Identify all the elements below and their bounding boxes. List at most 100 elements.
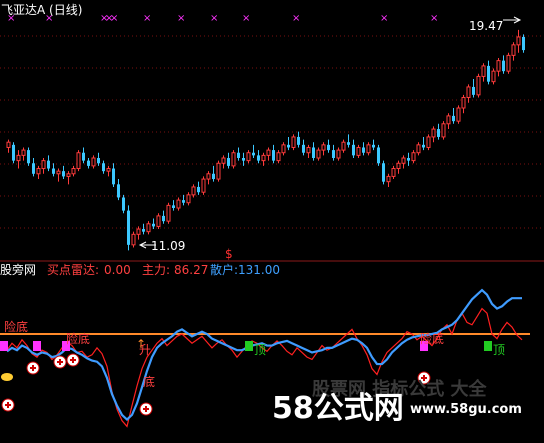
candle-body <box>401 157 406 164</box>
candle-body <box>216 162 221 180</box>
candle-body <box>91 157 96 167</box>
high-annotation: 19.47 <box>469 16 522 33</box>
signal-box <box>0 341 8 351</box>
candle-body <box>56 170 61 175</box>
candle-body <box>396 162 401 170</box>
candle-body <box>461 96 466 109</box>
marker-x: × <box>430 13 438 24</box>
marker-x: × <box>110 13 118 24</box>
candle-body <box>327 144 330 151</box>
candle-body <box>47 160 50 169</box>
candle-body <box>491 70 496 83</box>
candle-body <box>191 186 196 196</box>
marker-x: × <box>380 13 388 24</box>
candle-body <box>391 168 396 177</box>
candle-body <box>172 205 175 208</box>
marker-x: × <box>177 13 185 24</box>
candle-body <box>316 149 321 159</box>
candle-body <box>117 184 120 198</box>
candle-body <box>71 168 76 175</box>
candle-body <box>6 141 11 148</box>
candle-body <box>122 197 125 211</box>
legend-value-radar: 0.00 <box>104 263 131 277</box>
candle-body <box>212 173 215 180</box>
candle-body <box>511 44 516 56</box>
candle-body <box>422 144 425 148</box>
candle-body <box>362 147 365 153</box>
signal-box <box>484 341 492 351</box>
candle-body <box>41 160 46 170</box>
candle-body <box>496 60 501 72</box>
candle-body <box>206 173 211 180</box>
candle-body <box>372 144 375 148</box>
candle-body <box>522 36 525 51</box>
signal-box <box>245 341 253 351</box>
legend-label-radar: 买点雷达: <box>47 263 99 277</box>
candle-body <box>76 152 81 170</box>
candle-body <box>156 215 161 227</box>
candle-body <box>437 129 440 137</box>
candle-body <box>287 144 290 148</box>
candle-body <box>297 136 300 145</box>
candle-body <box>386 175 391 183</box>
candle-body <box>221 157 226 164</box>
candle-body <box>356 146 361 156</box>
signal-top: 顶 <box>254 343 266 357</box>
watermark: 股票网 指标公式 大全 58公式网 www.58gu.com <box>272 378 522 426</box>
candle-body <box>162 215 165 222</box>
candle-body <box>106 168 111 172</box>
candle-body <box>336 149 341 159</box>
candle-body <box>426 136 431 148</box>
legend-value-retail: 131.00 <box>238 263 280 277</box>
candle-body <box>62 171 65 177</box>
candle-body <box>341 141 346 151</box>
watermark-url: www.58gu.com <box>410 402 522 417</box>
candle-body <box>166 204 171 222</box>
candle-body <box>252 152 255 156</box>
candle-body <box>87 160 90 166</box>
signal-up-arrow: ↑ <box>136 337 146 351</box>
candle-body <box>352 144 355 156</box>
marker-x: × <box>210 13 218 24</box>
marker-x: × <box>292 13 300 24</box>
candle-body <box>347 142 350 145</box>
low-annotation: 11.09 <box>138 239 185 253</box>
candle-body <box>382 163 385 182</box>
candle-body <box>306 146 311 154</box>
candle-body <box>112 168 115 185</box>
signal-top: 顶 <box>493 343 505 357</box>
signal-danger-bottom: 险底 <box>66 331 90 346</box>
watermark-brand: 58公式网 <box>272 391 404 426</box>
candle-body <box>201 178 206 193</box>
candle-body <box>291 136 296 148</box>
candle-body <box>237 152 240 158</box>
indicator-legend: 股旁网 买点雷达: 0.00 主力: 86.27 散户: 131.00 <box>0 262 280 277</box>
candle-body <box>257 155 260 161</box>
candle-body <box>102 163 105 172</box>
candle-body <box>456 107 461 122</box>
candle-body <box>276 152 281 162</box>
candle-body <box>452 115 455 122</box>
candle-body <box>82 152 85 161</box>
coin-icon <box>1 373 13 381</box>
candle-body <box>97 158 100 164</box>
candle-body <box>272 150 275 161</box>
candle-body <box>266 149 271 156</box>
signal-bottom: 底 <box>143 374 155 389</box>
candle-body <box>16 154 21 162</box>
candle-body <box>472 86 475 95</box>
candle-body <box>431 128 436 138</box>
candle-body <box>182 200 185 203</box>
candle-body <box>176 199 181 209</box>
low-price-label: 11.09 <box>151 239 185 253</box>
candle-body <box>261 154 266 162</box>
candle-body <box>332 150 335 158</box>
price-grid <box>0 35 544 229</box>
candle-body <box>66 173 71 177</box>
candle-body <box>516 36 521 46</box>
candle-body <box>506 54 511 72</box>
candle-body <box>302 144 305 153</box>
candle-body <box>32 163 35 174</box>
candle-body <box>321 144 326 151</box>
candle-body <box>52 168 55 174</box>
